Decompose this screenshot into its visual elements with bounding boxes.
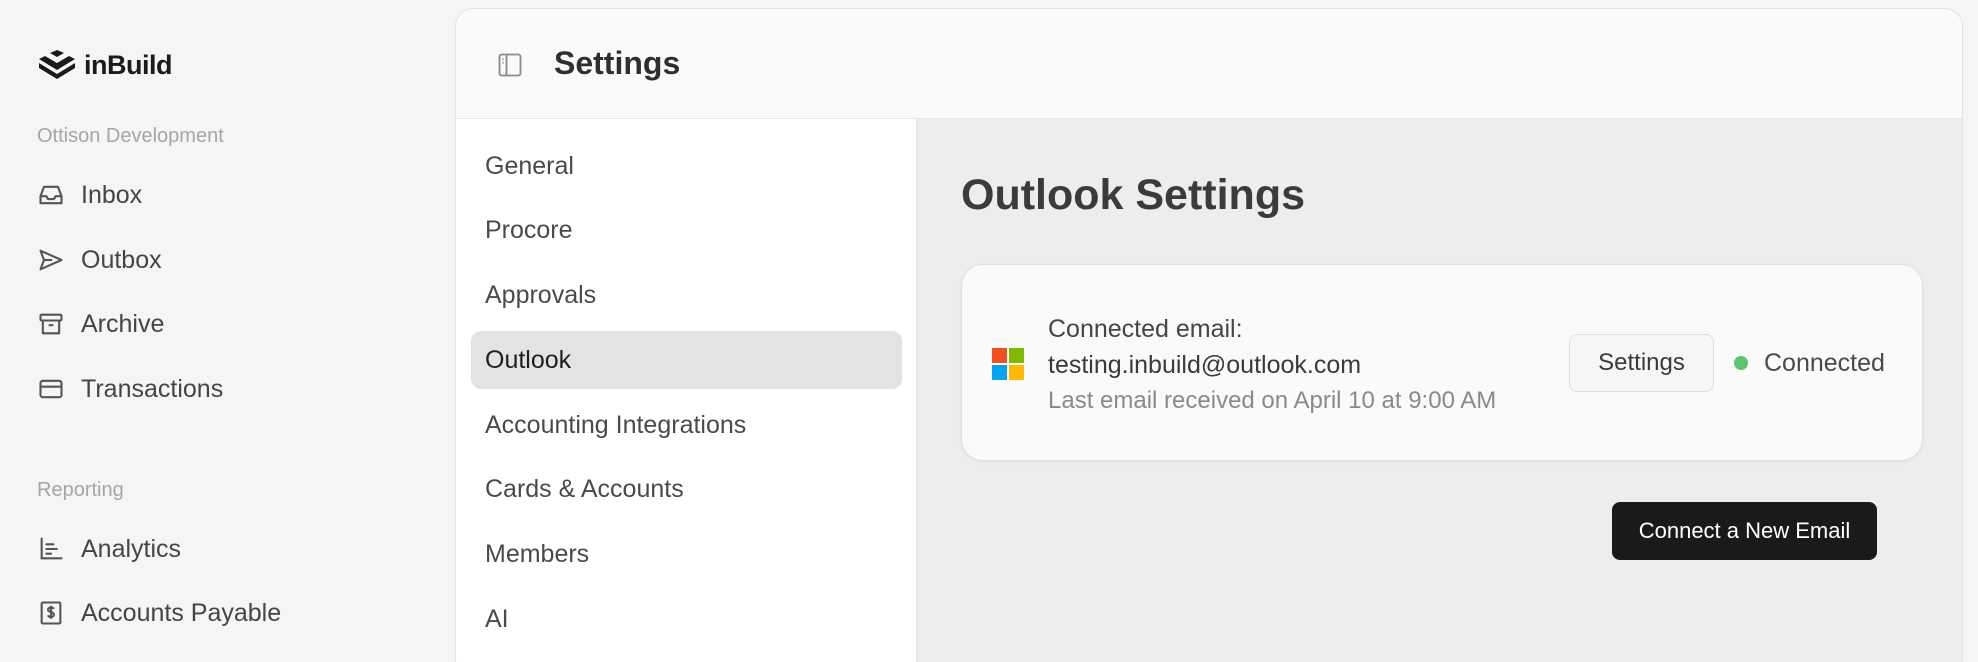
- sidebar-item-label: Outbox: [81, 245, 162, 274]
- page-title: Settings: [554, 45, 681, 81]
- credit-card-icon: [39, 379, 63, 399]
- section-title: Outlook Settings: [961, 171, 1305, 219]
- send-icon: [39, 249, 63, 271]
- sidebar-item-label: Transactions: [81, 374, 224, 403]
- app-root: inBuild Ottison Development Inbox Outbox: [0, 0, 1978, 662]
- settings-nav-ai[interactable]: AI: [471, 590, 902, 648]
- outlook-settings-content: Outlook Settings Connected email: testin…: [917, 119, 1962, 662]
- connected-email-address: testing.inbuild@outlook.com: [1048, 351, 1362, 379]
- brand-name: inBuild: [84, 49, 172, 80]
- sidebar-item-label: Analytics: [81, 534, 182, 563]
- brand-logo[interactable]: inBuild: [37, 48, 172, 82]
- last-email-received: Last email received on April 10 at 9:00 …: [1048, 387, 1497, 414]
- settings-nav: General Procore Approvals Outlook Accoun…: [456, 119, 917, 662]
- sidebar-toggle-icon[interactable]: [496, 51, 524, 79]
- sidebar-item-accounts-payable[interactable]: Accounts Payable: [37, 593, 281, 633]
- main-panel: Settings General Procore Approvals Outlo…: [455, 8, 1963, 662]
- microsoft-icon: [992, 348, 1024, 380]
- settings-nav-members[interactable]: Members: [471, 525, 902, 583]
- sidebar-item-inbox[interactable]: Inbox: [37, 175, 142, 215]
- settings-nav-accounting-integrations[interactable]: Accounting Integrations: [471, 396, 902, 454]
- settings-nav-approvals[interactable]: Approvals: [471, 266, 902, 324]
- inbuild-logo-icon: [39, 50, 75, 79]
- settings-nav-general[interactable]: General: [471, 137, 902, 195]
- main-header: Settings: [456, 9, 1962, 119]
- connect-new-email-button[interactable]: Connect a New Email: [1612, 502, 1877, 560]
- inbox-icon: [39, 185, 63, 205]
- sidebar-item-analytics[interactable]: Analytics: [37, 529, 181, 569]
- sidebar-item-transactions[interactable]: Transactions: [37, 369, 223, 409]
- sidebar-item-label: Archive: [81, 309, 165, 338]
- app-sidebar: inBuild Ottison Development Inbox Outbox: [0, 0, 455, 662]
- sidebar-item-label: Accounts Payable: [81, 598, 282, 627]
- status-dot: [1734, 356, 1748, 370]
- dollar-receipt-icon: [40, 601, 62, 625]
- connection-status: Connected: [1734, 345, 1885, 381]
- connected-email-card: Connected email: testing.inbuild@outlook…: [961, 264, 1923, 461]
- archive-icon: [39, 313, 63, 335]
- settings-nav-procore[interactable]: Procore: [471, 201, 902, 259]
- bar-chart-icon: [40, 537, 63, 560]
- sidebar-section-title: Reporting: [37, 479, 124, 501]
- sidebar-section-title: Ottison Development: [37, 125, 224, 147]
- sidebar-item-label: Inbox: [81, 180, 143, 209]
- connected-email-label: Connected email:: [1048, 315, 1243, 343]
- sidebar-item-outbox[interactable]: Outbox: [37, 240, 162, 280]
- email-settings-button[interactable]: Settings: [1569, 334, 1714, 392]
- email-details: Connected email: testing.inbuild@outlook…: [1048, 311, 1496, 419]
- status-label: Connected: [1764, 348, 1885, 377]
- settings-nav-outlook[interactable]: Outlook: [471, 331, 902, 389]
- settings-nav-cards-accounts[interactable]: Cards & Accounts: [471, 460, 902, 518]
- sidebar-item-archive[interactable]: Archive: [37, 304, 164, 344]
